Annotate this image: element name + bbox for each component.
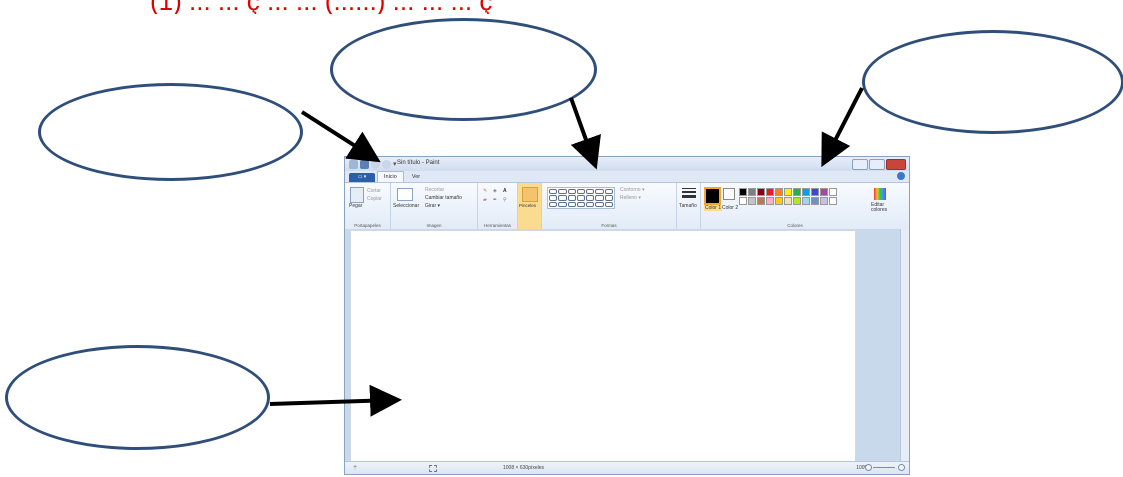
close-button[interactable]	[886, 159, 906, 170]
palette-swatch[interactable]	[775, 188, 783, 196]
save-icon[interactable]	[360, 159, 369, 169]
group-label-shapes: Formas	[601, 223, 617, 228]
select-icon[interactable]	[397, 188, 413, 201]
color2-swatch[interactable]	[723, 188, 735, 200]
zoom-slider[interactable]	[873, 467, 895, 468]
group-image: Seleccionar Recortar Cambiar tamaño Gira…	[391, 183, 478, 229]
group-label-clipboard: Portapapeles	[354, 223, 381, 228]
color-picker-icon[interactable]: ✒	[493, 197, 497, 203]
maximize-button[interactable]	[869, 159, 885, 170]
color1-label[interactable]: Color 1	[704, 205, 723, 211]
palette-swatch[interactable]	[820, 197, 828, 205]
paste-icon[interactable]	[350, 187, 364, 203]
group-colors: Color 1 Color 2 Editar colores Colores	[701, 183, 889, 229]
palette-swatch[interactable]	[739, 188, 747, 196]
rotate-button[interactable]: Girar ▾	[425, 203, 440, 209]
group-label-tools: Herramientas	[483, 223, 511, 228]
eraser-icon[interactable]: ▰	[483, 197, 487, 203]
select-button[interactable]: Seleccionar	[393, 203, 419, 209]
arrow-quick-access	[300, 110, 381, 163]
palette-swatch[interactable]	[793, 197, 801, 205]
fill-icon[interactable]: ◈	[493, 188, 497, 194]
palette-swatch[interactable]	[766, 188, 774, 196]
arrow-shapes	[569, 97, 601, 170]
zoom-out-button[interactable]	[865, 464, 872, 471]
palette-swatch[interactable]	[811, 197, 819, 205]
app-icon[interactable]	[349, 159, 358, 169]
palette-swatch[interactable]	[829, 197, 837, 205]
vertical-scrollbar[interactable]	[900, 229, 909, 462]
cursor-position-icon: +	[353, 464, 358, 471]
arrow-colors	[821, 87, 864, 168]
resize-button[interactable]: Cambiar tamaño	[425, 195, 462, 201]
group-shapes: Contorno ▾ Relleno ▾ Formas	[542, 183, 677, 229]
group-label-image: Imagen	[426, 223, 442, 228]
palette-swatch[interactable]	[748, 188, 756, 196]
size-button[interactable]: Tamaño	[679, 203, 697, 209]
text-icon[interactable]: A	[503, 188, 507, 194]
palette-swatch[interactable]	[811, 188, 819, 196]
drawing-canvas[interactable]	[350, 230, 856, 466]
quick-access-toolbar: ▾	[349, 159, 399, 169]
paste-button[interactable]: Pegar	[349, 203, 362, 209]
undo-icon[interactable]	[371, 159, 380, 169]
palette-swatch[interactable]	[757, 197, 765, 205]
callout-ellipse-canvas	[5, 345, 270, 450]
window-title: Sin título - Paint	[397, 160, 440, 166]
edit-colors-icon[interactable]	[874, 188, 886, 200]
crop-button[interactable]: Recortar	[425, 187, 444, 193]
tab-ver[interactable]: Ver	[406, 172, 426, 182]
palette-swatch[interactable]	[748, 197, 756, 205]
color2-label[interactable]: Color 2	[722, 205, 738, 211]
minimize-button[interactable]	[852, 159, 868, 170]
zoom-in-button[interactable]	[898, 464, 905, 471]
palette-swatch[interactable]	[739, 197, 747, 205]
palette-swatch[interactable]	[820, 188, 828, 196]
group-clipboard: Pegar Cortar Copiar Portapapeles	[345, 183, 391, 229]
selection-size-icon	[429, 465, 437, 472]
group-size: Tamaño	[677, 183, 701, 229]
fill-button[interactable]: Relleno ▾	[620, 195, 641, 201]
brushes-button[interactable]: Pinceles	[519, 203, 536, 208]
group-brushes: Pinceles	[518, 183, 542, 229]
status-bar: + 1008 × 630píxeles 100%	[345, 461, 909, 474]
tab-inicio[interactable]: Inicio	[377, 171, 404, 182]
palette-swatch[interactable]	[793, 188, 801, 196]
palette-swatch[interactable]	[757, 188, 765, 196]
color1-swatch[interactable]	[704, 187, 721, 205]
title-bar: ▾ Sin título - Paint	[345, 157, 909, 171]
image-dimensions: 1008 × 630píxeles	[503, 465, 545, 471]
callout-ellipse-colors	[862, 30, 1123, 134]
outline-button[interactable]: Contorno ▾	[620, 187, 644, 193]
shapes-gallery[interactable]	[547, 187, 615, 209]
callout-ellipse-quick-access	[38, 83, 303, 181]
cut-button[interactable]: Cortar	[367, 188, 381, 194]
palette-swatch[interactable]	[766, 197, 774, 205]
ribbon: Pegar Cortar Copiar Portapapeles Selecci…	[345, 182, 909, 230]
callout-ellipse-shapes	[330, 18, 597, 121]
ribbon-tabs: ▭ ▾ Inicio Ver	[345, 171, 909, 182]
group-tools: ✎ ◈ A ▰ ✒ ⚲ Herramientas	[478, 183, 518, 229]
copy-button[interactable]: Copiar	[367, 196, 382, 202]
palette-swatch[interactable]	[802, 197, 810, 205]
redo-icon[interactable]	[382, 159, 391, 169]
magnifier-icon[interactable]: ⚲	[503, 197, 507, 203]
help-icon[interactable]	[897, 172, 905, 180]
palette-swatch[interactable]	[784, 188, 792, 196]
palette-swatch[interactable]	[784, 197, 792, 205]
group-label-colors: Colores	[787, 223, 803, 228]
canvas-area	[345, 229, 909, 466]
paint-window: ▾ Sin título - Paint ▭ ▾ Inicio Ver Pega…	[344, 156, 910, 475]
palette-swatch[interactable]	[829, 188, 837, 196]
palette-swatch[interactable]	[802, 188, 810, 196]
color-palette	[739, 188, 837, 205]
file-menu-button[interactable]: ▭ ▾	[349, 173, 375, 182]
brush-icon[interactable]	[522, 187, 538, 202]
window-controls	[852, 159, 906, 170]
pencil-icon[interactable]: ✎	[483, 188, 487, 194]
edit-colors-button[interactable]: Editar colores	[871, 203, 888, 213]
palette-swatch[interactable]	[775, 197, 783, 205]
header-text-fragment: (1) ... ... ç ... ... (......) ... ... .…	[150, 0, 970, 14]
